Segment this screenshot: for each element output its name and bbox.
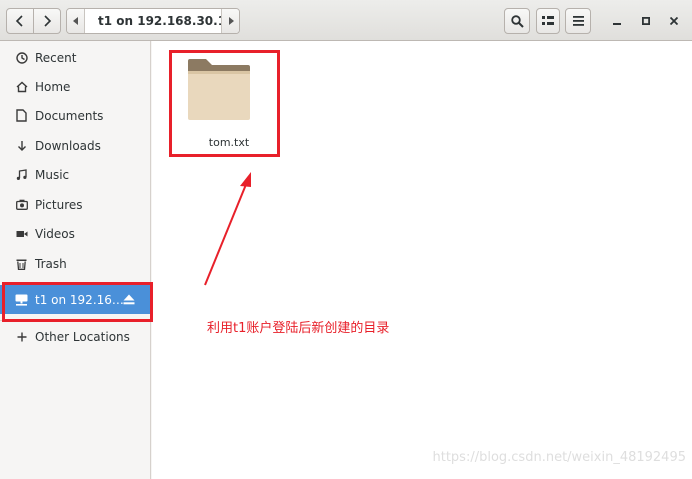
chevron-left-icon — [15, 15, 23, 27]
sidebar-item-videos[interactable]: Videos — [0, 219, 151, 248]
plus-icon — [15, 330, 28, 343]
search-icon — [510, 14, 524, 28]
clock-icon — [15, 51, 28, 64]
sidebar-item-label: Pictures — [35, 197, 83, 212]
header-bar: t1 on 192.168.30.10 — [0, 0, 692, 41]
minimize-icon — [613, 23, 621, 25]
sidebar-item-downloads[interactable]: Downloads — [0, 131, 151, 160]
sidebar-item-label: Trash — [35, 256, 67, 271]
chevron-right-icon — [44, 15, 52, 27]
sidebar-item-music[interactable]: Music — [0, 160, 151, 189]
minimize-button[interactable] — [608, 12, 626, 30]
sidebar-item-recent[interactable]: Recent — [0, 43, 151, 72]
home-icon — [15, 80, 28, 93]
path-scroll-left-button[interactable] — [67, 9, 85, 33]
video-icon — [15, 227, 28, 240]
view-toggle-button[interactable] — [536, 8, 560, 34]
sidebar-item-home[interactable]: Home — [0, 72, 151, 101]
document-icon — [15, 109, 28, 122]
back-button[interactable] — [6, 8, 34, 34]
maximize-icon — [642, 17, 650, 25]
path-scroll-right-button[interactable] — [221, 9, 239, 33]
sidebar-item-trash[interactable]: Trash — [0, 249, 151, 278]
search-button[interactable] — [504, 8, 530, 34]
triangle-left-icon — [72, 17, 78, 25]
sidebar: Recent Home Documents Downloads Music Pi… — [0, 41, 151, 479]
hamburger-menu-icon — [572, 16, 584, 26]
location-label: t1 on 192.168.30.10 — [98, 14, 235, 28]
view-grid-icon — [542, 16, 554, 25]
annotation-text: 利用t1账户登陆后新创建的目录 — [207, 321, 390, 336]
main-menu-button[interactable] — [565, 8, 591, 34]
sidebar-item-label: Music — [35, 167, 70, 182]
highlight-box-file — [169, 50, 280, 157]
sidebar-item-label: Home — [35, 79, 71, 94]
sidebar-item-documents[interactable]: Documents — [0, 101, 151, 130]
sidebar-item-label: Videos — [35, 226, 75, 241]
sidebar-item-label: Documents — [35, 108, 104, 123]
download-icon — [15, 139, 28, 152]
maximize-button[interactable] — [637, 12, 655, 30]
sidebar-item-label: Recent — [35, 50, 77, 65]
camera-icon — [15, 198, 28, 211]
close-icon — [670, 17, 678, 25]
sidebar-item-other-locations[interactable]: Other Locations — [0, 322, 151, 351]
highlight-box-sidebar — [2, 282, 153, 322]
forward-button[interactable] — [33, 8, 61, 34]
path-crumb-current[interactable]: t1 on 192.168.30.10 — [86, 9, 234, 33]
music-icon — [15, 168, 28, 181]
trash-icon — [15, 257, 28, 270]
triangle-right-icon — [228, 17, 234, 25]
file-manager-window: t1 on 192.168.30.10 Recent Home Document… — [0, 0, 692, 479]
path-bar: t1 on 192.168.30.10 — [66, 8, 240, 34]
watermark: https://blog.csdn.net/weixin_48192495 — [432, 450, 686, 465]
close-button[interactable] — [665, 12, 683, 30]
sidebar-item-label: Downloads — [35, 138, 101, 153]
sidebar-item-label: Other Locations — [35, 329, 130, 344]
sidebar-item-pictures[interactable]: Pictures — [0, 190, 151, 219]
